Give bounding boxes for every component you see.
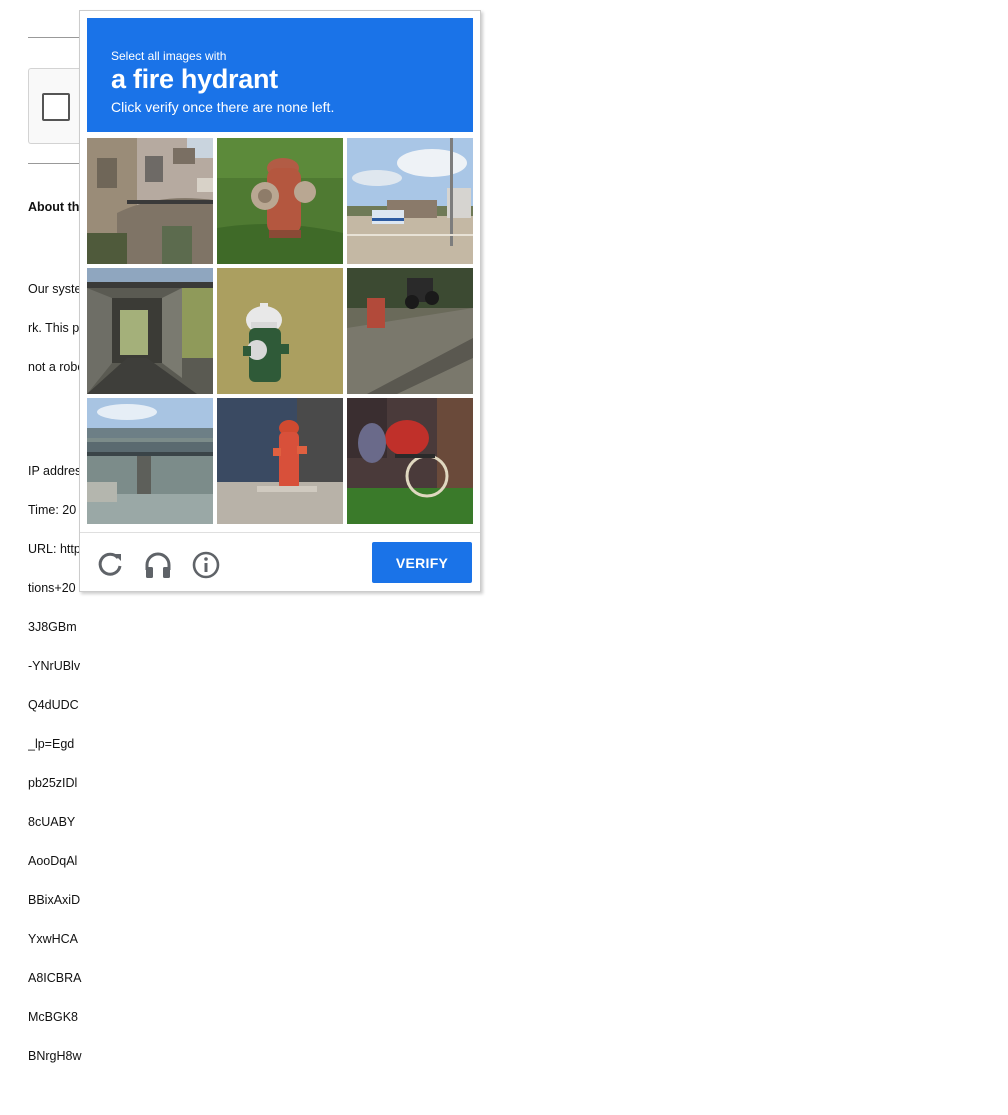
text-line: 8cUABY — [28, 815, 76, 829]
text-line: BBixAxiD — [28, 893, 81, 907]
image-grid — [87, 138, 473, 524]
text-line: pb25zIDl — [28, 776, 78, 790]
text-line: rk. This p — [28, 321, 80, 335]
fire-hydrant-image — [217, 268, 343, 394]
sidewalk-image — [347, 268, 473, 394]
headphones-icon[interactable] — [141, 548, 175, 582]
challenge-header: Select all images with a fire hydrant Cl… — [87, 18, 473, 132]
paragraph-1: Our syste rk. This p not a robo — [28, 257, 82, 400]
text-line: 3J8GBm — [28, 620, 77, 634]
text-line: Q4dUDC — [28, 698, 79, 712]
bridge-image — [87, 398, 213, 524]
text-line: not a robo — [28, 360, 82, 374]
footer-divider — [80, 532, 480, 533]
text-line: BNrgH8w — [28, 1049, 82, 1063]
reload-icon[interactable] — [93, 548, 127, 582]
image-tile-5[interactable] — [217, 268, 343, 394]
recaptcha-challenge-popup: Select all images with a fire hydrant Cl… — [79, 10, 481, 592]
text-line: Time: 20 — [28, 503, 77, 517]
image-tile-1[interactable] — [87, 138, 213, 264]
image-tile-4[interactable] — [87, 268, 213, 394]
image-tile-7[interactable] — [87, 398, 213, 524]
text-line: URL: http — [28, 542, 81, 556]
text-line: A8ICBRA — [28, 971, 82, 985]
paragraph-2: IP addres Time: 20 URL: http tions+20 3J… — [28, 439, 82, 1089]
text-line: Our syste — [28, 282, 82, 296]
text-line: _lp=Egd — [28, 737, 75, 751]
underpass-image — [87, 268, 213, 394]
street-bus-image — [347, 138, 473, 264]
image-tile-3[interactable] — [347, 138, 473, 264]
building-image — [87, 138, 213, 264]
fire-hydrant-image — [217, 398, 343, 524]
section-title: About th — [28, 200, 80, 214]
text-line: AooDqAl — [28, 854, 78, 868]
bicycle-image — [347, 398, 473, 524]
text-line: McBGK8 — [28, 1010, 79, 1024]
text-line: IP addres — [28, 464, 82, 478]
image-tile-8[interactable] — [217, 398, 343, 524]
fire-hydrant-image — [217, 138, 343, 264]
image-tile-6[interactable] — [347, 268, 473, 394]
text-line: tions+20 — [28, 581, 76, 595]
target-object: a fire hydrant — [111, 64, 278, 94]
text-line: YxwHCA — [28, 932, 79, 946]
image-tile-2[interactable] — [217, 138, 343, 264]
instruction-sub: Click verify once there are none left. — [111, 99, 335, 115]
verify-button[interactable]: VERIFY — [372, 542, 472, 583]
info-text: About th Our syste rk. This p not a robo… — [28, 175, 82, 1115]
instruction-small: Select all images with — [111, 49, 227, 63]
info-icon[interactable] — [189, 548, 223, 582]
text-line: -YNrUBlv — [28, 659, 81, 673]
image-tile-9[interactable] — [347, 398, 473, 524]
recaptcha-checkbox[interactable] — [42, 93, 70, 121]
